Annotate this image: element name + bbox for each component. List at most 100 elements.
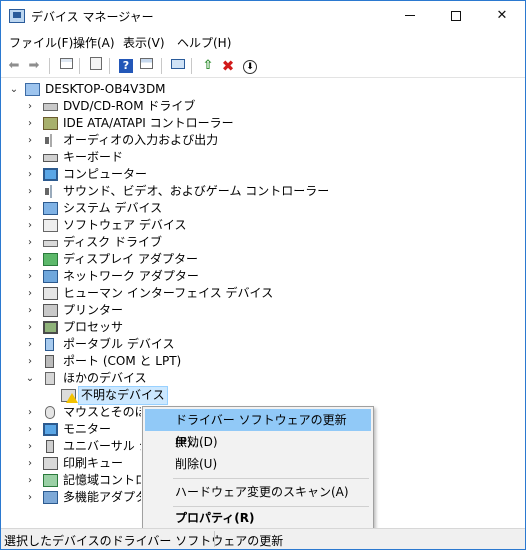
uninstall-x-icon[interactable]: ✖ bbox=[219, 57, 237, 75]
chevron-right-icon[interactable]: › bbox=[25, 149, 35, 166]
tree-item-label: ディスプレイ アダプター bbox=[63, 252, 198, 266]
title-bar: デバイス マネージャー ✕ bbox=[1, 1, 525, 31]
tree-item-print-queue[interactable]: › 印刷キュー bbox=[1, 455, 141, 472]
chevron-right-icon[interactable]: › bbox=[25, 268, 35, 285]
chevron-right-icon[interactable]: › bbox=[25, 489, 35, 506]
chevron-right-icon[interactable]: › bbox=[25, 115, 35, 132]
disable-icon[interactable]: ⬇ bbox=[241, 57, 259, 75]
chevron-right-icon[interactable]: › bbox=[25, 353, 35, 370]
device-properties-icon[interactable] bbox=[137, 57, 155, 75]
chevron-right-icon[interactable]: › bbox=[25, 404, 35, 421]
tree-item-portable[interactable]: › ポータブル デバイス bbox=[1, 336, 521, 353]
chevron-right-icon[interactable]: › bbox=[25, 251, 35, 268]
help-icon[interactable]: ? bbox=[117, 57, 135, 75]
tree-item-display[interactable]: › ディスプレイ アダプター bbox=[1, 251, 521, 268]
menu-item-disable[interactable]: 無効(D) bbox=[145, 431, 371, 453]
keyboard-icon bbox=[43, 154, 58, 162]
chevron-right-icon[interactable]: › bbox=[25, 98, 35, 115]
toolbar: ⬅ ➡ ? ⇧ ✖ ⬇ bbox=[1, 54, 525, 78]
tree-item-software[interactable]: › ソフトウェア デバイス bbox=[1, 217, 521, 234]
tree-item-processor[interactable]: › プロセッサ bbox=[1, 319, 521, 336]
menu-item-scan[interactable]: ハードウェア変更のスキャン(A) bbox=[145, 481, 371, 503]
sound-icon bbox=[43, 185, 58, 198]
minimize-button[interactable] bbox=[387, 1, 433, 31]
tree-item-computer[interactable]: › コンピューター bbox=[1, 166, 521, 183]
menu-bar: ファイル(F) 操作(A) 表示(V) ヘルプ(H) bbox=[1, 31, 525, 53]
tree-item-ide[interactable]: › IDE ATA/ATAPI コントローラー bbox=[1, 115, 521, 132]
chevron-down-icon[interactable]: ⌄ bbox=[25, 370, 35, 387]
chevron-right-icon[interactable]: › bbox=[25, 319, 35, 336]
chevron-right-icon[interactable]: › bbox=[25, 285, 35, 302]
menu-divider bbox=[173, 478, 369, 479]
monitor-icon bbox=[43, 423, 58, 436]
maximize-icon bbox=[451, 10, 461, 21]
portable-device-icon bbox=[45, 338, 54, 351]
chevron-right-icon[interactable]: › bbox=[25, 166, 35, 183]
status-bar: 選択したデバイスのドライバー ソフトウェアの更新 bbox=[1, 528, 525, 549]
menu-action[interactable]: 操作(A) bbox=[73, 34, 115, 51]
computer-icon bbox=[43, 168, 58, 181]
chevron-right-icon[interactable]: › bbox=[25, 234, 35, 251]
chevron-right-icon[interactable]: › bbox=[25, 421, 35, 438]
menu-file[interactable]: ファイル(F) bbox=[9, 34, 73, 51]
tree-item-label: プリンター bbox=[63, 303, 124, 317]
chevron-right-icon[interactable]: › bbox=[25, 132, 35, 149]
menu-help[interactable]: ヘルプ(H) bbox=[177, 34, 231, 51]
tree-item-label: DVD/CD-ROM ドライブ bbox=[63, 99, 196, 113]
chevron-right-icon[interactable]: › bbox=[25, 455, 35, 472]
chevron-right-icon[interactable]: › bbox=[25, 472, 35, 489]
unknown-device-icon bbox=[61, 389, 78, 403]
tree-item-network[interactable]: › ネットワーク アダプター bbox=[1, 268, 521, 285]
context-menu: ドライバー ソフトウェアの更新(P)... 無効(D) 削除(U) ハードウェア… bbox=[142, 406, 374, 530]
tree-item-storage[interactable]: › 記憶域コントロー bbox=[1, 472, 141, 489]
system-device-icon bbox=[43, 202, 58, 215]
chevron-right-icon[interactable]: › bbox=[25, 438, 35, 455]
tree-item-printer[interactable]: › プリンター bbox=[1, 302, 521, 319]
tree-item-ports[interactable]: › ポート (COM と LPT) bbox=[1, 353, 521, 370]
properties-icon[interactable] bbox=[57, 57, 75, 75]
menu-item-uninstall[interactable]: 削除(U) bbox=[145, 453, 371, 475]
menu-item-properties[interactable]: プロパティ(R) bbox=[145, 507, 371, 529]
tree-item-label: ディスク ドライブ bbox=[63, 235, 162, 249]
status-divider bbox=[214, 531, 215, 547]
tree-item-audio-io[interactable]: › オーディオの入力および出力 bbox=[1, 132, 521, 149]
tree-item-label: マウスとそのほかの bbox=[63, 405, 141, 419]
arrow-left-icon[interactable]: ⬅ bbox=[5, 57, 23, 75]
close-button[interactable]: ✕ bbox=[479, 1, 525, 31]
chevron-right-icon[interactable]: › bbox=[25, 217, 35, 234]
arrow-right-icon[interactable]: ➡ bbox=[25, 57, 43, 75]
chevron-right-icon[interactable]: › bbox=[25, 183, 35, 200]
multifunction-adapter-icon bbox=[43, 491, 58, 504]
tree-item-other-devices[interactable]: ⌄ ほかのデバイス bbox=[1, 370, 521, 387]
tree-item-label: システム デバイス bbox=[63, 201, 163, 215]
tree-item-dvd[interactable]: › DVD/CD-ROM ドライブ bbox=[1, 98, 521, 115]
usb-icon bbox=[46, 440, 54, 453]
tree-item-system[interactable]: › システム デバイス bbox=[1, 200, 521, 217]
tree-item-sound[interactable]: › サウンド、ビデオ、およびゲーム コントローラー bbox=[1, 183, 521, 200]
tree-item-label: 不明なデバイス bbox=[78, 386, 168, 405]
menu-item-update-driver[interactable]: ドライバー ソフトウェアの更新(P)... bbox=[145, 409, 371, 449]
chevron-right-icon[interactable]: › bbox=[25, 302, 35, 319]
view-icon[interactable] bbox=[87, 57, 105, 75]
scan-icon[interactable] bbox=[169, 57, 187, 75]
chevron-right-icon[interactable]: › bbox=[25, 200, 35, 217]
menu-view[interactable]: 表示(V) bbox=[123, 34, 165, 51]
tree-root-label: DESKTOP-OB4V3DM bbox=[45, 82, 166, 96]
tree-item-usb[interactable]: › ユニバーサル シリ bbox=[1, 438, 141, 455]
tree-root[interactable]: ⌄ DESKTOP-OB4V3DM bbox=[1, 81, 521, 98]
tree-item-hid[interactable]: › ヒューマン インターフェイス デバイス bbox=[1, 285, 521, 302]
toolbar-divider bbox=[191, 58, 192, 74]
tree-item-keyboard[interactable]: › キーボード bbox=[1, 149, 521, 166]
update-driver-icon[interactable]: ⇧ bbox=[199, 57, 217, 75]
tree-item-unknown-device[interactable]: 不明なデバイス bbox=[1, 386, 521, 405]
tree-item-monitor[interactable]: › モニター bbox=[1, 421, 141, 438]
tree-item-disk[interactable]: › ディスク ドライブ bbox=[1, 234, 521, 251]
chevron-right-icon[interactable]: › bbox=[25, 336, 35, 353]
printer-icon bbox=[43, 304, 58, 317]
tree-item-multifunction[interactable]: › 多機能アダプター bbox=[1, 489, 141, 506]
tree-item-mouse[interactable]: › マウスとそのほかの bbox=[1, 404, 141, 421]
maximize-button[interactable] bbox=[433, 1, 479, 31]
toolbar-divider bbox=[109, 58, 110, 74]
chevron-down-icon[interactable]: ⌄ bbox=[9, 81, 19, 98]
tree-item-label: キーボード bbox=[63, 150, 124, 164]
